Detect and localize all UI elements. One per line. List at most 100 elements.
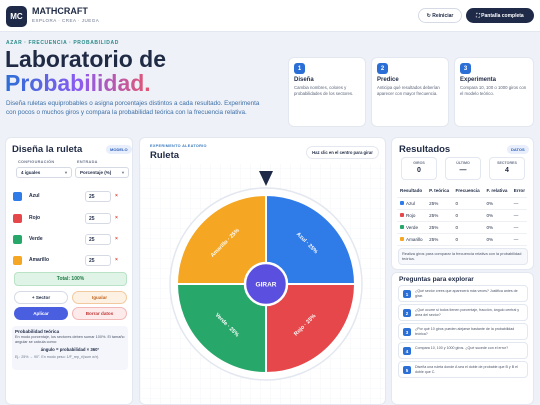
fullscreen-button[interactable]: ⛶ Pantalla completa — [466, 8, 534, 23]
step-description: Cambia nombres, colores y probabilidades… — [294, 85, 354, 96]
sector-value-input[interactable]: 25 — [85, 213, 111, 224]
formula: ángulo = probabilidad × 360° — [40, 346, 100, 352]
question-text: ¿Qué ocurre si todos tienen porcentaje, … — [415, 308, 520, 317]
clear-data-button[interactable]: Borrar datos — [72, 307, 127, 320]
question-text: ¿Por qué 10 giros pueden alejarse bastan… — [415, 327, 515, 336]
spin-button-label[interactable]: GIRAR — [256, 282, 277, 289]
sector-value-input[interactable]: 25 — [85, 255, 111, 266]
theory-box: Probabilidad teórica En modo porcentaje,… — [12, 326, 128, 370]
stat-last: ÚLTIMO — — [445, 157, 481, 180]
sector-row-amarillo: Amarillo 25 × — [11, 255, 121, 266]
step-number: 2 — [377, 63, 388, 74]
table-header-row: Resultado P. teórica Frecuencia F. relat… — [397, 185, 527, 197]
sector-name[interactable]: Rojo — [29, 215, 40, 221]
remove-sector-icon[interactable]: × — [115, 257, 118, 263]
cell-relative: 0% — [486, 224, 494, 230]
color-swatch[interactable] — [13, 192, 22, 201]
step-title: Experimenta — [460, 77, 497, 83]
question-text: Diseña una ruleta donde A sea el doble d… — [415, 365, 518, 374]
cell-frequency: 0 — [455, 200, 458, 206]
table-row: Verde 25% 0 0% — — [397, 221, 527, 233]
step-title: Predice — [377, 77, 399, 83]
input-label: ENTRADA — [77, 160, 98, 164]
sector-name[interactable]: Azul — [29, 193, 40, 199]
config-label: CONFIGURACIÓN — [18, 160, 55, 164]
step-number: 1 — [294, 63, 305, 74]
design-title: Diseña la ruleta — [12, 144, 83, 155]
theory-text: En modo porcentaje, los sectores deben s… — [15, 335, 125, 344]
step-description: Compara 10, 100 o 1000 giros con el mode… — [460, 85, 527, 96]
step-card-predict: 2 Predice Anticipa qué resultados deberí… — [371, 57, 449, 127]
question-number: 4 — [403, 347, 411, 355]
input-mode-select[interactable]: Porcentaje (%) ▼ — [75, 167, 129, 178]
apply-button[interactable]: Aplicar — [14, 307, 68, 320]
sector-name[interactable]: Amarillo — [29, 257, 49, 263]
column-header: Resultado — [400, 188, 423, 194]
result-name-cell: Amarillo — [397, 233, 426, 245]
column-header: Frecuencia — [455, 188, 480, 194]
chevron-down-icon: ▼ — [64, 170, 68, 175]
stat-value: — — [459, 167, 467, 174]
data-badge: DATOS — [507, 145, 529, 154]
sector-row-azul: Azul 25 × — [11, 191, 121, 202]
cell-theoretical: 25% — [429, 236, 439, 242]
wheel-canvas: Azul · 25% Rojo · 25% Verde · 25% Amaril… — [140, 164, 385, 404]
cell-frequency: 0 — [455, 212, 458, 218]
table-row: Amarillo 25% 0 0% — — [397, 233, 527, 245]
questions-title: Preguntas para explorar — [399, 276, 474, 283]
sector-name[interactable]: Verde — [29, 236, 43, 242]
question-number: 1 — [403, 290, 411, 298]
cell-relative: 0% — [486, 236, 494, 242]
cell-frequency: 0 — [455, 236, 458, 242]
model-badge: MODELO — [106, 145, 132, 154]
results-title: Resultados — [399, 144, 451, 155]
step-description: Anticipa qué resultados deberían aparece… — [377, 85, 440, 96]
question-item: 2 ¿Qué ocurre si todos tienen porcentaje,… — [398, 304, 528, 321]
page-title-line1: Laboratorio de — [5, 46, 167, 72]
color-dot — [400, 237, 404, 242]
sector-value-input[interactable]: 25 — [85, 234, 111, 245]
step-card-design: 1 Diseña Cambia nombres, colores y proba… — [288, 57, 366, 127]
stat-spins: GIROS 0 — [401, 157, 437, 180]
cell-error: — — [513, 212, 519, 218]
table-row: Rojo 25% 0 0% — — [397, 209, 527, 221]
reset-button[interactable]: ↻ Reiniciar — [418, 8, 462, 23]
table-row: Azul 25% 0 0% — — [397, 197, 527, 209]
equalize-button[interactable]: Igualar — [72, 291, 127, 304]
result-name-cell: Rojo — [397, 209, 426, 221]
sector-row-verde: Verde 25 × — [11, 234, 121, 245]
remove-sector-icon[interactable]: × — [115, 236, 118, 242]
cell-theoretical: 25% — [429, 212, 439, 218]
wheel-panel: EXPERIMENTO ALEATORIO Ruleta Haz clic en… — [139, 137, 386, 405]
color-swatch[interactable] — [13, 256, 22, 265]
design-panel: Diseña la ruleta MODELO CONFIGURACIÓN 4 … — [5, 137, 133, 405]
column-header: Error — [513, 188, 525, 194]
stat-value: 4 — [505, 167, 509, 174]
result-name: Rojo — [406, 212, 416, 218]
page-title-line2: Probabilidad. — [5, 70, 151, 96]
input-mode-value: Porcentaje (%) — [80, 170, 112, 175]
cell-frequency: 0 — [455, 224, 458, 230]
sector-value-input[interactable]: 25 — [85, 191, 111, 202]
result-name: Verde — [406, 224, 419, 230]
cell-error: — — [513, 236, 519, 242]
cell-relative: 0% — [486, 212, 494, 218]
results-note: Realiza giros para comparar la frecuenci… — [398, 248, 528, 265]
add-sector-button[interactable]: + Sector — [14, 291, 68, 304]
question-text: Compara 10, 100 y 1000 giros. ¿Qué suced… — [415, 346, 509, 350]
result-name: Azul — [406, 200, 415, 206]
column-header: F. relativa — [486, 188, 508, 194]
config-select[interactable]: 4 iguales ▼ — [16, 167, 72, 178]
color-swatch[interactable] — [13, 214, 22, 223]
remove-sector-icon[interactable]: × — [115, 215, 118, 221]
cell-error: — — [513, 224, 519, 230]
question-item: 3 ¿Por qué 10 giros pueden alejarse basta… — [398, 323, 528, 340]
color-swatch[interactable] — [13, 235, 22, 244]
app-header: MC MATHCRAFT EXPLORA · CREA · JUEGA ↻ Re… — [0, 0, 540, 32]
step-title: Diseña — [294, 77, 314, 83]
question-number: 5 — [403, 366, 411, 374]
column-header: P. teórica — [429, 188, 450, 194]
stat-sectors: SECTORES 4 — [489, 157, 525, 180]
question-item: 4 Compara 10, 100 y 1000 giros. ¿Qué suce… — [398, 342, 528, 359]
remove-sector-icon[interactable]: × — [115, 193, 118, 199]
